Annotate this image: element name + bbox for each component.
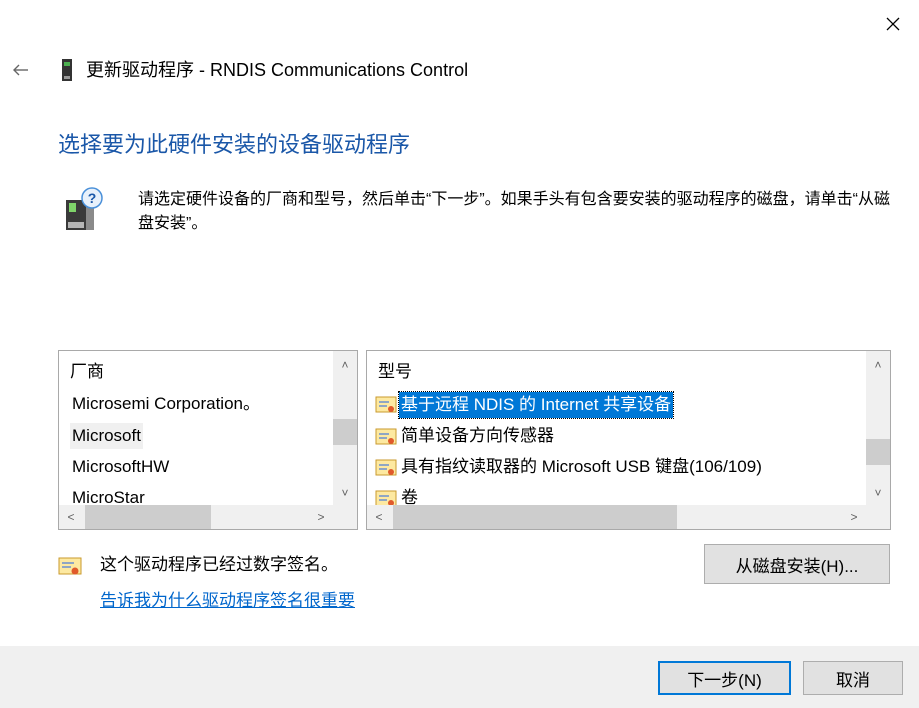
- model-item[interactable]: 具有指纹读取器的 Microsoft USB 键盘(106/109): [399, 454, 764, 480]
- signed-driver-icon: [58, 557, 82, 575]
- scrollbar-thumb[interactable]: [85, 505, 211, 529]
- hardware-question-icon: ?: [66, 187, 103, 230]
- manufacturer-item[interactable]: MicrosoftHW: [70, 454, 171, 480]
- manufacturer-vertical-scrollbar[interactable]: ˄ ˅: [333, 351, 357, 505]
- scrollbar-thumb[interactable]: [333, 419, 357, 445]
- cancel-button[interactable]: 取消: [803, 661, 903, 695]
- scroll-right-arrow-icon[interactable]: >: [842, 505, 866, 529]
- model-item[interactable]: 简单设备方向传感器: [399, 423, 556, 449]
- model-item[interactable]: 卷: [399, 485, 420, 505]
- scroll-up-arrow-icon[interactable]: ˄: [333, 353, 357, 377]
- manufacturer-item-selected[interactable]: Microsoft: [70, 423, 143, 449]
- driver-certificate-icon: [375, 396, 397, 413]
- scrollbar-thumb[interactable]: [393, 505, 677, 529]
- back-button[interactable]: [10, 60, 34, 80]
- close-button[interactable]: [881, 12, 905, 36]
- close-icon: [886, 17, 900, 31]
- instruction-text: 请选定硬件设备的厂商和型号，然后单击“下一步”。如果手头有包含要安装的驱动程序的…: [138, 191, 890, 232]
- scroll-right-arrow-icon[interactable]: >: [309, 505, 333, 529]
- manufacturer-item[interactable]: MicroStar: [70, 485, 147, 505]
- manufacturer-item[interactable]: Microsemi Corporation。: [70, 391, 262, 417]
- driver-certificate-icon: [375, 428, 397, 445]
- model-list[interactable]: 型号 基于远程 NDIS 的 Internet 共享设备 简单设备方向传感器 具…: [366, 350, 891, 530]
- device-icon: [62, 59, 72, 81]
- model-item-selected[interactable]: 基于远程 NDIS 的 Internet 共享设备: [397, 391, 675, 419]
- scroll-down-arrow-icon[interactable]: ˅: [333, 481, 357, 505]
- manufacturer-header: 厂商: [70, 362, 104, 381]
- driver-certificate-icon: [375, 459, 397, 476]
- scrollbar-corner: [866, 505, 890, 529]
- manufacturer-horizontal-scrollbar[interactable]: < >: [59, 505, 333, 529]
- signature-info-link[interactable]: 告诉我为什么驱动程序签名很重要: [100, 588, 355, 614]
- have-disk-button[interactable]: 从磁盘安装(H)...: [704, 544, 890, 584]
- scroll-up-arrow-icon[interactable]: ˄: [866, 353, 890, 377]
- scroll-down-arrow-icon[interactable]: ˅: [866, 481, 890, 505]
- svg-text:?: ?: [88, 190, 97, 206]
- model-header: 型号: [378, 362, 412, 381]
- next-button[interactable]: 下一步(N): [658, 661, 791, 695]
- back-arrow-icon: [13, 64, 28, 76]
- scrollbar-thumb[interactable]: [866, 439, 890, 465]
- model-vertical-scrollbar[interactable]: ˄ ˅: [866, 351, 890, 505]
- manufacturer-list[interactable]: 厂商 Microsemi Corporation。 Microsoft Micr…: [58, 350, 358, 530]
- model-horizontal-scrollbar[interactable]: < >: [367, 505, 866, 529]
- driver-certificate-icon: [375, 490, 397, 505]
- scroll-left-arrow-icon[interactable]: <: [367, 505, 391, 529]
- scrollbar-corner: [333, 505, 357, 529]
- scroll-left-arrow-icon[interactable]: <: [59, 505, 83, 529]
- page-heading: 选择要为此硬件安装的设备驱动程序: [58, 132, 411, 157]
- window-title: 更新驱动程序 - RNDIS Communications Control: [86, 60, 469, 80]
- signature-status: 这个驱动程序已经过数字签名。: [100, 555, 338, 574]
